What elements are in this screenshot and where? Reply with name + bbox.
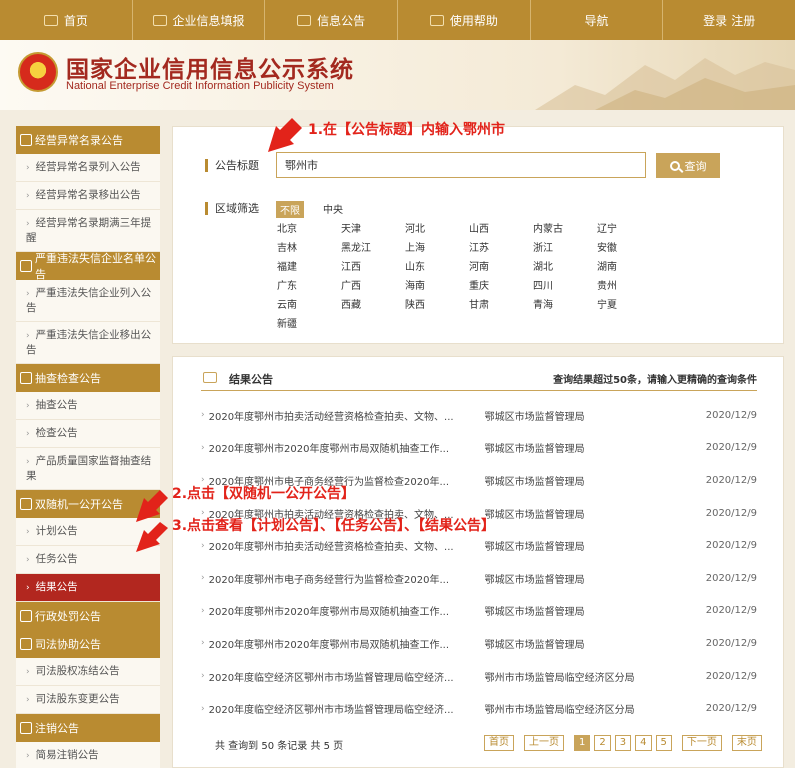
annotation-step1: 1.在【公告标题】内输入鄂州市 <box>308 122 506 138</box>
annotation-arrows <box>136 118 302 552</box>
annotation-step2: 2.点击【双随机一公开公告】 <box>172 486 356 502</box>
annotation-step3: 3.点击查看【计划公告】、【任务公告】、【结果公告】 <box>172 518 496 534</box>
